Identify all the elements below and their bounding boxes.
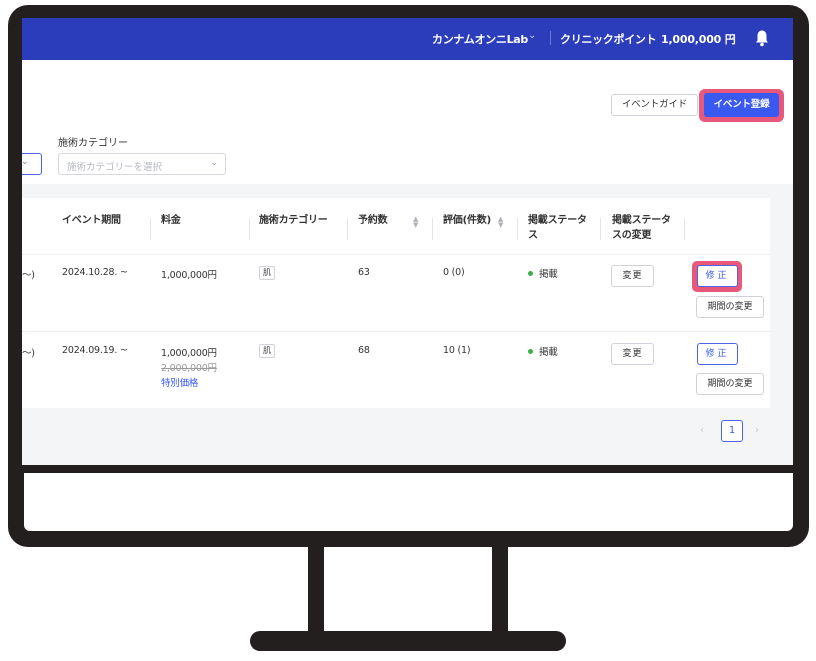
special-price-label: 特別価格: [161, 378, 199, 389]
header-status-change: 掲載ステータ スの変更: [612, 213, 671, 243]
screen: カンナムオンニLab ⌄ クリニックポイント 1,000,000 円 › イベン…: [22, 18, 793, 465]
status-label: 掲載: [539, 347, 558, 358]
monitor-stand-base: [250, 631, 566, 651]
edit-button[interactable]: 修正: [697, 265, 738, 287]
header-status-line2: ス: [528, 230, 538, 241]
event-name-tail: 〜): [22, 348, 35, 359]
pagination-prev[interactable]: ‹: [700, 425, 704, 436]
points-value[interactable]: 1,000,000 円: [661, 31, 736, 47]
status-dot: [528, 271, 533, 276]
header-category: 施術カテゴリー: [259, 215, 328, 226]
reservation-count: 63: [358, 267, 370, 278]
reservation-count: 68: [358, 345, 370, 356]
rating-value: 10 (1): [443, 345, 471, 356]
header-separator: [432, 218, 433, 240]
pagination-next[interactable]: ›: [755, 425, 759, 436]
pagination-page-current[interactable]: 1: [721, 420, 743, 442]
bell-icon[interactable]: [755, 29, 769, 47]
category-select-placeholder: 施術カテゴリーを選択: [67, 162, 163, 173]
event-period: 2024.09.19. ~: [62, 345, 128, 356]
chevron-down-icon[interactable]: ⌄: [528, 30, 536, 41]
category-tag: 肌: [259, 266, 275, 280]
chevron-down-icon: ⌄: [210, 158, 218, 168]
status-dot: [528, 349, 533, 354]
header-separator: [600, 218, 601, 240]
top-bar: カンナムオンニLab ⌄ クリニックポイント 1,000,000 円 ›: [22, 18, 793, 60]
period-change-button[interactable]: 期間の変更: [696, 373, 764, 395]
rating-value: 0 (0): [443, 267, 465, 278]
event-price: 1,000,000円: [161, 348, 217, 359]
category-filter-label: 施術カテゴリー: [58, 138, 128, 149]
event-price: 1,000,000円: [161, 270, 217, 281]
header-reservations[interactable]: 予約数: [358, 213, 388, 228]
sort-icon[interactable]: ▲ ▼: [498, 216, 503, 229]
event-register-button[interactable]: イベント登録: [704, 93, 779, 117]
header-separator: [517, 218, 518, 240]
chevron-down-icon: ⌄: [22, 157, 29, 167]
status-change-button[interactable]: 変更: [611, 343, 654, 365]
category-select[interactable]: 施術カテゴリーを選択 ⌄: [58, 153, 226, 175]
status-badge: 掲載: [528, 266, 558, 280]
header-change-line2: スの変更: [612, 230, 652, 241]
edit-button[interactable]: 修正: [697, 343, 738, 365]
event-period: 2024.10.28. ~: [62, 267, 128, 278]
header-status: 掲載ステータ ス: [528, 213, 587, 243]
row-divider: [22, 331, 770, 332]
status-label: 掲載: [539, 269, 558, 280]
category-tag: 肌: [259, 344, 275, 358]
header-status-line1: 掲載ステータ: [528, 215, 587, 226]
header-period: イベント期間: [62, 215, 121, 226]
monitor-stand-right: [492, 546, 508, 638]
header-separator: [150, 218, 151, 240]
status-change-button[interactable]: 変更: [611, 265, 654, 287]
header-divider: [550, 31, 551, 45]
period-change-button[interactable]: 期間の変更: [696, 296, 764, 318]
monitor-chin: [24, 473, 793, 531]
filter-select[interactable]: ⌄: [22, 153, 42, 175]
monitor-stand-left: [308, 546, 324, 638]
points-label[interactable]: クリニックポイント: [560, 31, 657, 47]
row-divider: [22, 254, 770, 255]
chevron-right-icon[interactable]: ›: [731, 29, 736, 43]
sort-icon[interactable]: ▲ ▼: [413, 216, 418, 229]
header-change-line1: 掲載ステータ: [612, 215, 671, 226]
original-price: 2,000,000円: [161, 363, 217, 374]
status-badge: 掲載: [528, 344, 558, 358]
header-price: 料金: [161, 215, 181, 226]
header-separator: [249, 218, 250, 240]
event-name-tail: 〜): [22, 270, 35, 281]
header-separator: [347, 218, 348, 240]
clinic-name[interactable]: カンナムオンニLab: [432, 31, 528, 47]
header-separator: [684, 218, 685, 240]
header-rating[interactable]: 評価(件数): [443, 213, 491, 228]
event-guide-button[interactable]: イベントガイド: [611, 94, 698, 116]
